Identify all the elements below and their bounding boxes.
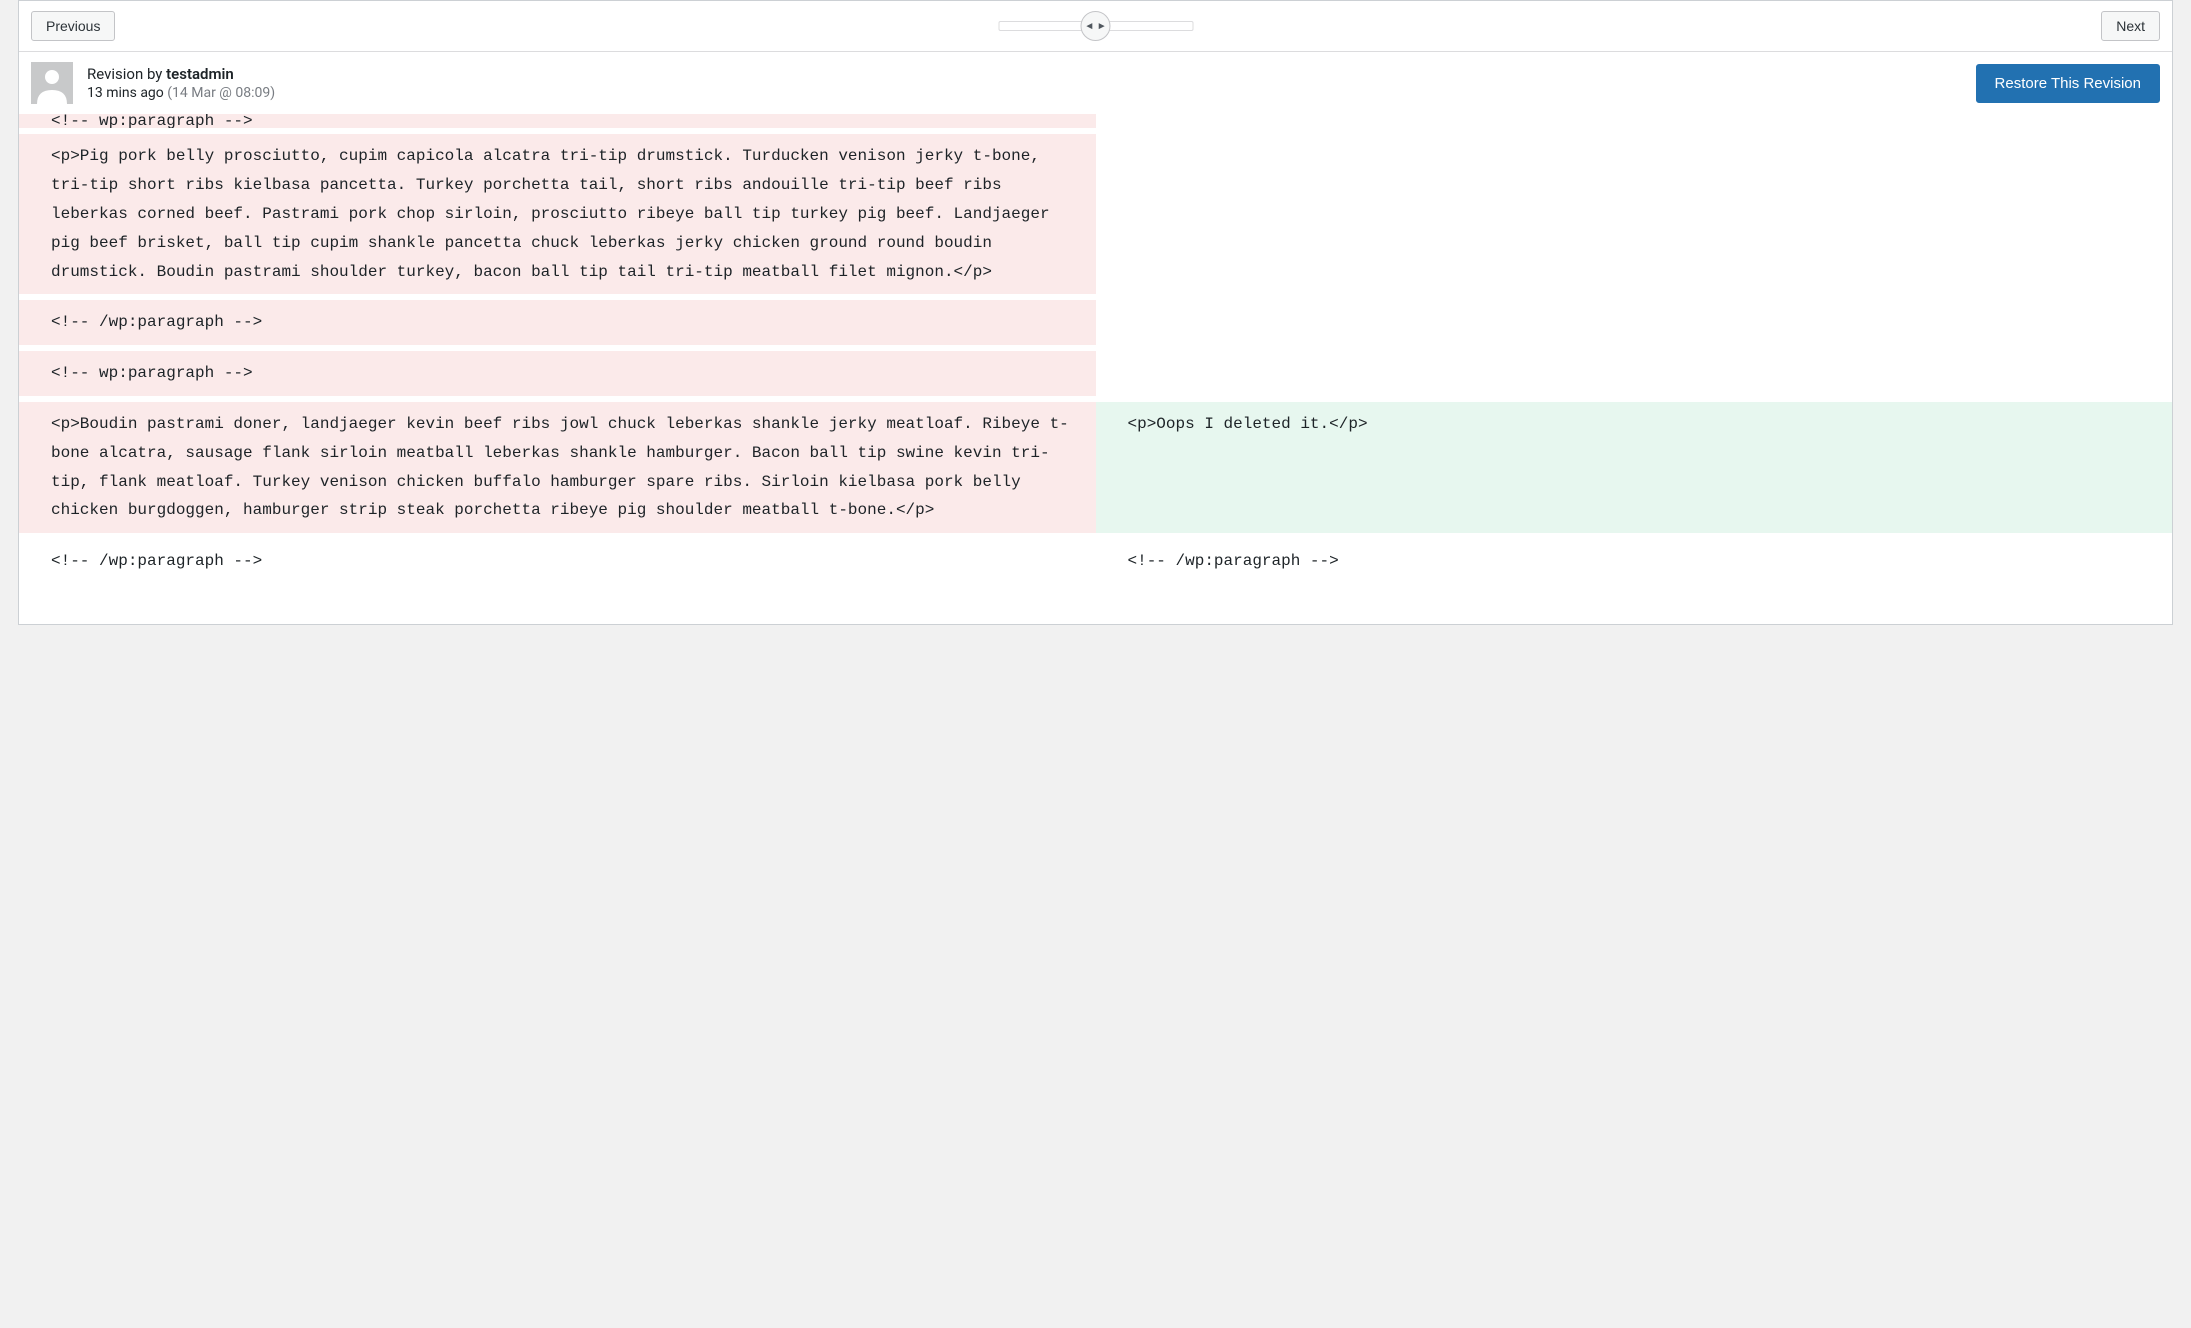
revision-slider[interactable]: ◄ ► [998,21,1193,31]
revision-by-prefix: Revision by [87,65,166,83]
revision-time-relative: 13 mins ago [87,85,164,101]
diff-right-cell: <p>Oops I deleted it.</p> [1096,402,2173,533]
diff-row: <!-- /wp:paragraph --> [19,300,2172,345]
diff-right-cell: <!-- /wp:paragraph --> [1096,539,2173,584]
revision-compare-panel: Previous ◄ ► Next Revision by testadmin … [18,0,2173,625]
diff-right-cell [1096,351,2173,396]
default-avatar-icon [31,62,73,104]
diff-right-cell [1096,114,2173,128]
diff-row: <!-- /wp:paragraph --> <!-- /wp:paragrap… [19,539,2172,584]
diff-table: <!-- wp:paragraph --> <p>Pig pork belly … [19,114,2172,584]
revision-info-left: Revision by testadmin 13 mins ago (14 Ma… [31,62,275,104]
diff-row-partial: <!-- wp:paragraph --> [19,114,2172,128]
revision-meta: Revision by testadmin 13 mins ago (14 Ma… [87,65,275,101]
revision-username: testadmin [166,65,234,83]
diff-left-cell: <!-- /wp:paragraph --> [19,539,1096,584]
diff-left-cell: <!-- wp:paragraph --> [19,114,1096,128]
revision-time-absolute: (14 Mar @ 08:09) [164,85,275,101]
diff-row: <!-- wp:paragraph --> [19,351,2172,396]
bottom-spacer [19,584,2172,624]
diff-left-cell: <p>Boudin pastrami doner, landjaeger kev… [19,402,1096,533]
diff-right-cell [1096,300,2173,345]
revision-info-bar: Revision by testadmin 13 mins ago (14 Ma… [19,52,2172,115]
diff-left-cell: <p>Pig pork belly prosciutto, cupim capi… [19,134,1096,294]
next-button[interactable]: Next [2101,11,2160,41]
diff-right-cell [1096,134,2173,294]
previous-button[interactable]: Previous [31,11,115,41]
diff-left-cell: <!-- /wp:paragraph --> [19,300,1096,345]
top-nav-bar: Previous ◄ ► Next [19,1,2172,52]
diff-left-cell: <!-- wp:paragraph --> [19,351,1096,396]
revision-time-line: 13 mins ago (14 Mar @ 08:09) [87,85,275,101]
slider-handle[interactable]: ◄ ► [1081,11,1111,41]
diff-row: <p>Pig pork belly prosciutto, cupim capi… [19,134,2172,294]
revision-author-line: Revision by testadmin [87,65,275,83]
diff-container: <!-- wp:paragraph --> <p>Pig pork belly … [19,114,2172,584]
diff-row: <p>Boudin pastrami doner, landjaeger kev… [19,402,2172,533]
restore-revision-button[interactable]: Restore This Revision [1976,64,2160,103]
avatar [31,62,73,104]
